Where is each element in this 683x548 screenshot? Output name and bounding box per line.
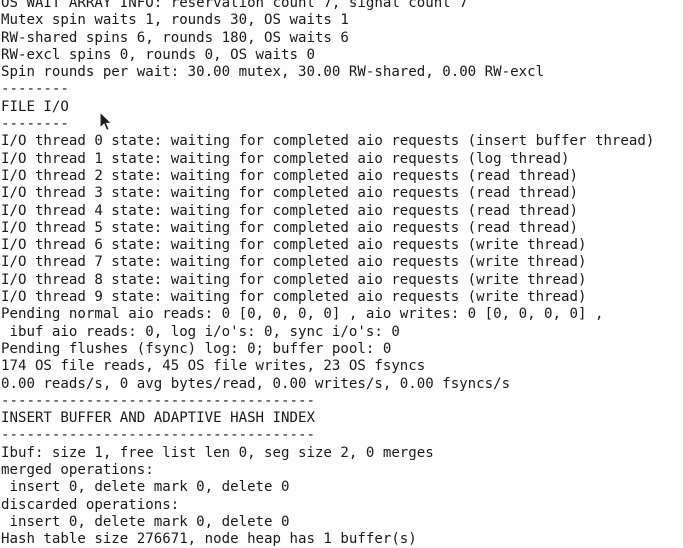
terminal-line: RW-shared spins 6, rounds 180, OS waits … [1, 29, 349, 46]
terminal-line: I/O thread 2 state: waiting for complete… [1, 167, 578, 184]
terminal-line: I/O thread 4 state: waiting for complete… [1, 202, 578, 219]
terminal-line: I/O thread 5 state: waiting for complete… [1, 219, 578, 236]
terminal-line: I/O thread 9 state: waiting for complete… [1, 289, 587, 306]
terminal-line: Spin rounds per wait: 30.00 mutex, 30.00… [1, 64, 545, 81]
terminal-line: INSERT BUFFER AND ADAPTIVE HASH INDEX [1, 410, 315, 427]
terminal-line: -------- [1, 116, 69, 133]
terminal-line: I/O thread 3 state: waiting for complete… [1, 185, 578, 202]
terminal-line: I/O thread 7 state: waiting for complete… [1, 254, 587, 271]
terminal-window[interactable]: OS WAIT ARRAY INFO: reservation count 7,… [0, 0, 683, 548]
terminal-line: Pending flushes (fsync) log: 0; buffer p… [1, 340, 392, 357]
terminal-line: I/O thread 1 state: waiting for complete… [1, 150, 570, 167]
terminal-line: 174 OS file reads, 45 OS file writes, 23… [1, 358, 426, 375]
terminal-line: I/O thread 8 state: waiting for complete… [1, 271, 587, 288]
terminal-line: Pending normal aio reads: 0 [0, 0, 0, 0]… [1, 306, 604, 323]
terminal-line: insert 0, delete mark 0, delete 0 [1, 513, 290, 530]
terminal-line: merged operations: [1, 462, 154, 479]
terminal-line: RW-excl spins 0, rounds 0, OS waits 0 [1, 46, 315, 63]
terminal-line: ------------------------------------- [1, 392, 315, 409]
terminal-line: I/O thread 0 state: waiting for complete… [1, 133, 655, 150]
terminal-line: Ibuf: size 1, free list len 0, seg size … [1, 444, 434, 461]
terminal-line: 0.00 reads/s, 0 avg bytes/read, 0.00 wri… [1, 375, 511, 392]
terminal-line: OS WAIT ARRAY INFO: reservation count 7,… [1, 0, 468, 11]
terminal-line: discarded operations: [1, 496, 180, 513]
terminal-output-text: OS WAIT ARRAY INFO: reservation count 7,… [0, 0, 683, 548]
terminal-line: FILE I/O [1, 98, 69, 115]
terminal-line: ------------------------------------- [1, 427, 315, 444]
terminal-line: Hash table size 276671, node heap has 1 … [1, 531, 417, 548]
terminal-line: ibuf aio reads: 0, log i/o's: 0, sync i/… [1, 323, 400, 340]
terminal-line: insert 0, delete mark 0, delete 0 [1, 479, 290, 496]
terminal-line: I/O thread 6 state: waiting for complete… [1, 237, 587, 254]
terminal-line: Mutex spin waits 1, rounds 30, OS waits … [1, 12, 349, 29]
terminal-line: -------- [1, 81, 69, 98]
